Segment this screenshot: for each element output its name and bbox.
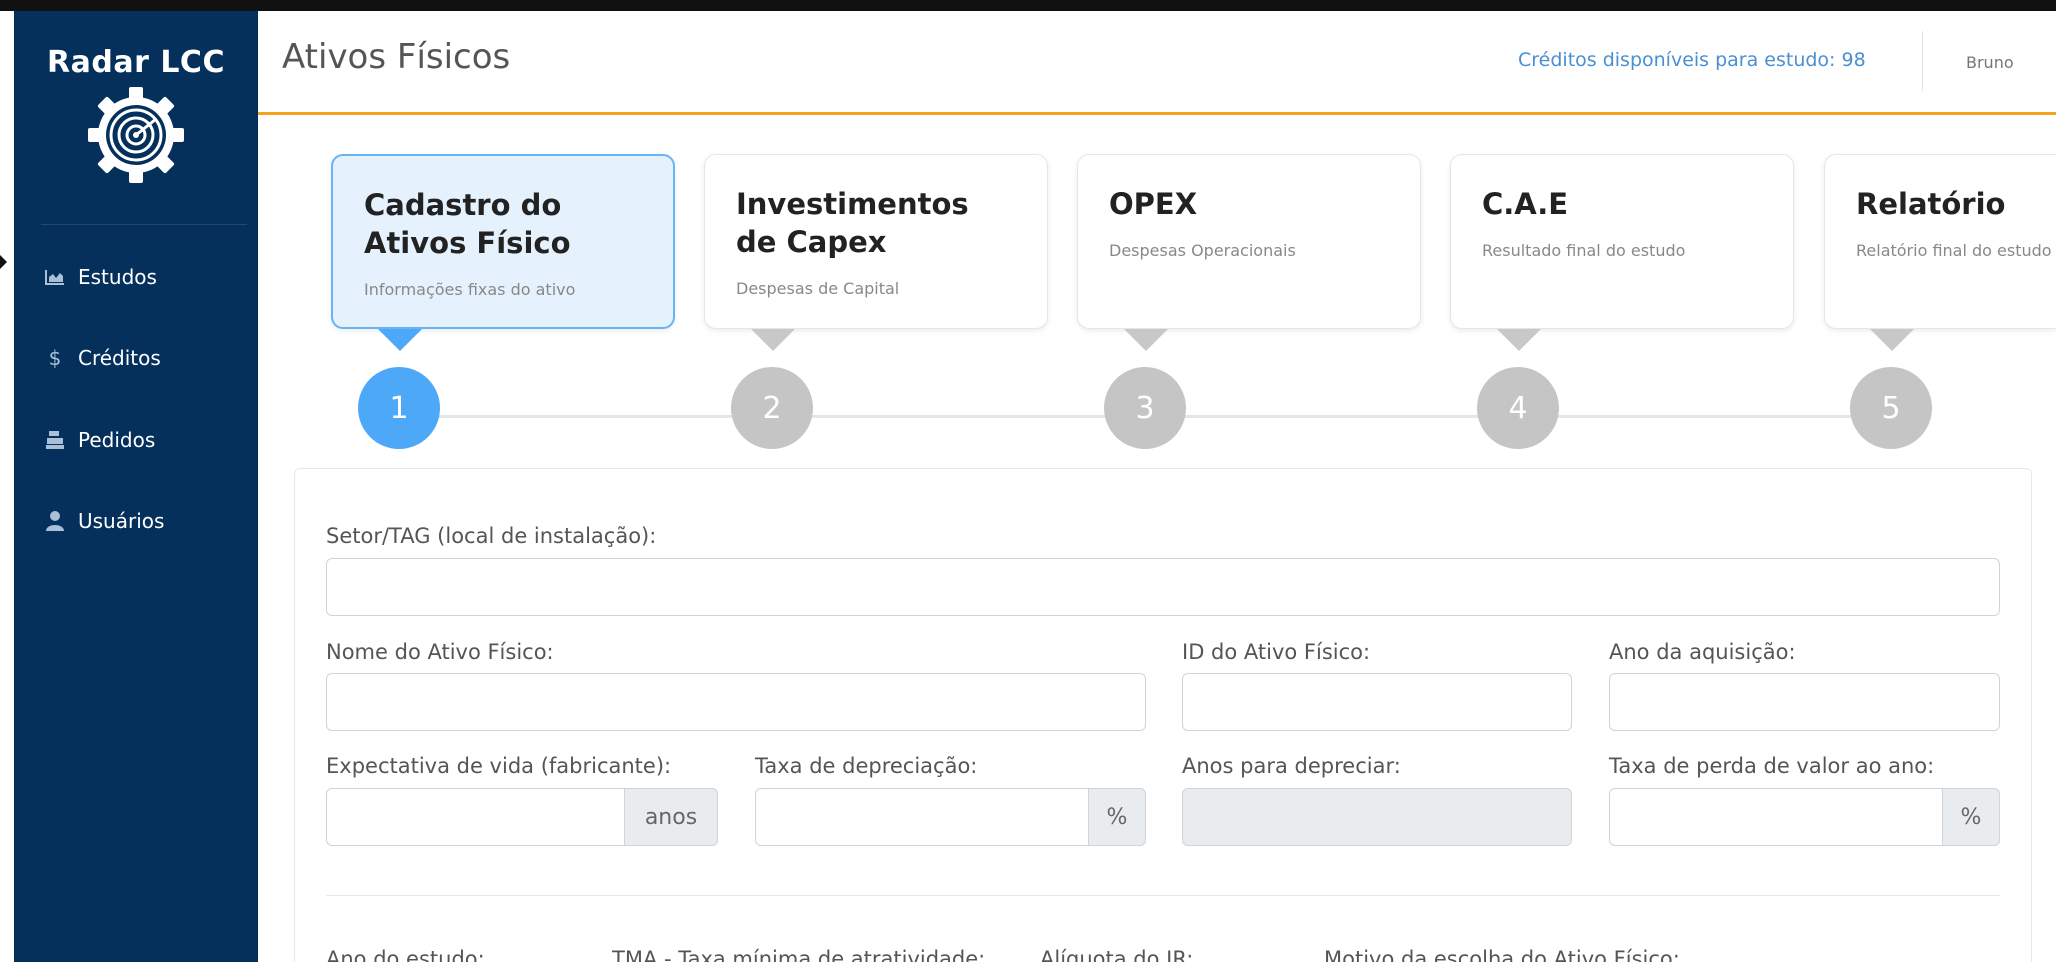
step-title: Investimentos de Capex (736, 187, 969, 259)
dollar-icon: $ (48, 346, 62, 370)
taxa-depreciacao-unit-addon: % (1088, 788, 1146, 846)
step-subtitle: Despesas de Capital (736, 279, 900, 298)
sidebar: Radar LCC Estudos $ Créditos Pedidos Usu… (14, 11, 258, 962)
step-subtitle: Resultado final do estudo (1482, 241, 1686, 260)
step-title: C.A.E (1482, 187, 1569, 221)
motivo-label: Motivo da escolha do Ativo Físico: (1324, 947, 1680, 962)
setor-label: Setor/TAG (local de instalação): (326, 524, 657, 548)
user-icon (42, 510, 68, 532)
user-menu[interactable]: Bruno (1966, 53, 2014, 72)
taxa-perda-unit-addon: % (1942, 788, 2000, 846)
step-number-2[interactable]: 2 (731, 367, 813, 449)
anos-depreciar-label: Anos para depreciar: (1182, 754, 1401, 778)
page-title: Ativos Físicos (282, 37, 511, 77)
ano-estudo-label: Ano do estudo: (326, 947, 485, 962)
step-subtitle: Relatório final do estudo (1856, 241, 2052, 260)
sidebar-item-estudos[interactable]: Estudos (42, 259, 157, 295)
sidebar-divider (41, 224, 247, 225)
header-divider (1922, 31, 1923, 91)
step-title: Cadastro do Ativos Físico (364, 188, 571, 260)
brand-name: Radar LCC (47, 45, 225, 80)
step-number-3[interactable]: 3 (1104, 367, 1186, 449)
window-top-border (0, 0, 2056, 11)
sidebar-item-pedidos[interactable]: Pedidos (42, 422, 155, 458)
step-card-relatorio[interactable]: Relatório Relatório final do estudo (1824, 154, 2056, 329)
step-pointer (751, 329, 795, 351)
aliquota-label: Alíquota do IR: (1040, 947, 1194, 962)
step-card-cae[interactable]: C.A.E Resultado final do estudo (1450, 154, 1794, 329)
cash-register-icon (42, 429, 68, 451)
expectativa-input[interactable]: anos (326, 788, 718, 846)
anos-depreciar-input (1182, 788, 1572, 846)
chart-area-icon (42, 266, 68, 288)
step-number-5[interactable]: 5 (1850, 367, 1932, 449)
ano-aquisicao-input[interactable] (1609, 673, 2000, 731)
expectativa-unit-addon: anos (624, 788, 718, 846)
radar-gear-icon (88, 87, 184, 183)
sidebar-item-label: Pedidos (78, 428, 156, 452)
taxa-perda-input[interactable]: % (1609, 788, 2000, 846)
nome-label: Nome do Ativo Físico: (326, 640, 554, 664)
nome-input[interactable] (326, 673, 1146, 731)
step-title: OPEX (1109, 187, 1198, 221)
step-pointer (1870, 329, 1914, 351)
step-subtitle: Informações fixas do ativo (364, 280, 576, 299)
taxa-depreciacao-input[interactable]: % (755, 788, 1146, 846)
sidebar-item-label: Usuários (78, 509, 165, 533)
setor-input[interactable] (326, 558, 2000, 616)
step-subtitle: Despesas Operacionais (1109, 241, 1296, 260)
active-nav-indicator (0, 255, 7, 269)
sidebar-item-usuarios[interactable]: Usuários (42, 503, 164, 539)
id-input[interactable] (1182, 673, 1572, 731)
step-card-capex[interactable]: Investimentos de Capex Despesas de Capit… (704, 154, 1048, 329)
step-number-1[interactable]: 1 (358, 367, 440, 449)
sidebar-item-label: Créditos (78, 346, 161, 370)
step-pointer (1124, 329, 1168, 351)
step-pointer (1497, 329, 1541, 351)
step-title: Relatório (1856, 187, 2006, 221)
taxa-perda-label: Taxa de perda de valor ao ano: (1609, 754, 1935, 778)
id-label: ID do Ativo Físico: (1182, 640, 1371, 664)
sidebar-item-creditos[interactable]: $ Créditos (42, 340, 161, 376)
sidebar-item-label: Estudos (78, 265, 157, 289)
step-number-4[interactable]: 4 (1477, 367, 1559, 449)
credits-link[interactable]: Créditos disponíveis para estudo: 98 (1518, 49, 1866, 71)
step-card-cadastro[interactable]: Cadastro do Ativos Físico Informações fi… (331, 154, 675, 329)
expectativa-label: Expectativa de vida (fabricante): (326, 754, 672, 778)
top-header: Ativos Físicos Créditos disponíveis para… (258, 11, 2056, 115)
step-card-opex[interactable]: OPEX Despesas Operacionais (1077, 154, 1421, 329)
taxa-depreciacao-label: Taxa de depreciação: (755, 754, 978, 778)
ano-aquisicao-label: Ano da aquisição: (1609, 640, 1796, 664)
tma-label: TMA - Taxa mínima de atratividade: (612, 947, 986, 962)
step-pointer (378, 329, 422, 351)
form-divider (326, 895, 2000, 896)
